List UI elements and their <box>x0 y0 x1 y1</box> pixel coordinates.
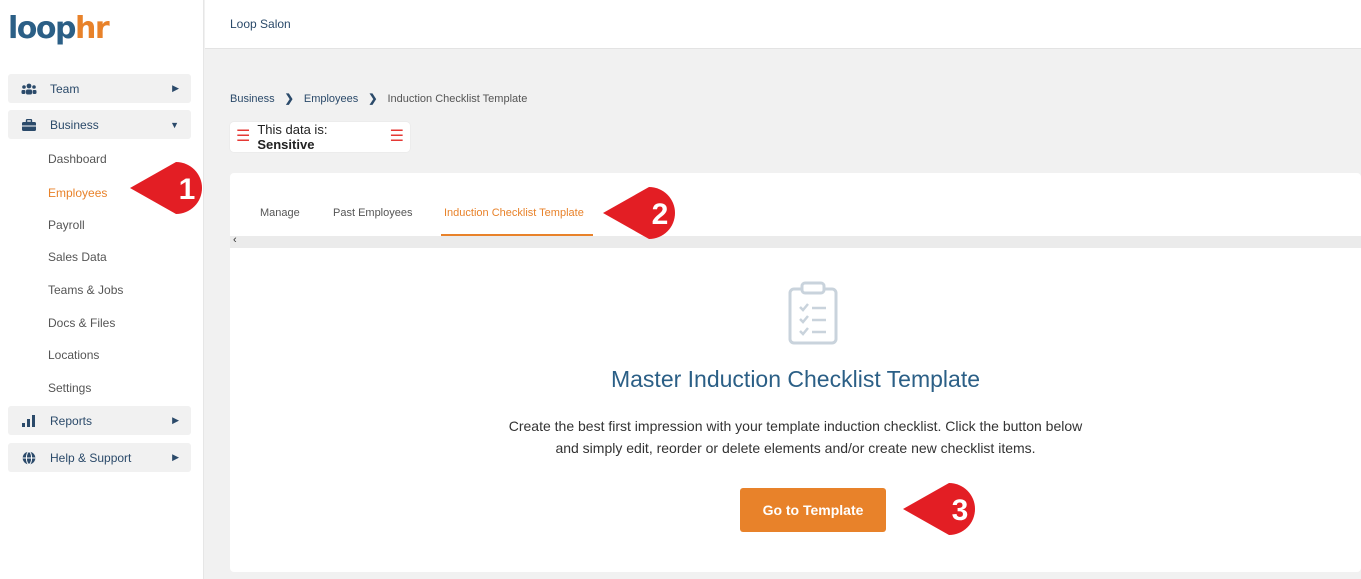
hamburger-icon: ☰ <box>236 128 251 145</box>
sidebar: loophr Team ▶ Business ▼ Dashboard Emplo… <box>0 0 204 579</box>
sidebar-item-settings[interactable]: Settings <box>48 381 91 395</box>
callout-marker-3: 3 <box>903 483 975 535</box>
sensitivity-level: Sensitive <box>257 137 315 152</box>
sidebar-item-employees[interactable]: Employees <box>48 186 107 200</box>
chevron-right-icon: ❯ <box>284 93 294 105</box>
sensitivity-text: This data is: Sensitive <box>257 122 382 152</box>
sidebar-item-docs-files[interactable]: Docs & Files <box>48 316 115 330</box>
scroll-left-icon[interactable]: ‹ <box>233 234 237 246</box>
logo-text-hr: hr <box>74 11 110 46</box>
sidebar-item-locations[interactable]: Locations <box>48 348 99 362</box>
callout-marker-1: 1 <box>130 162 202 214</box>
caret-right-icon: ▶ <box>172 83 179 93</box>
tab-bar: Manage Past Employees Induction Checklis… <box>230 173 1361 236</box>
briefcase-icon <box>20 118 38 131</box>
breadcrumb: Business ❯ Employees ❯ Induction Checkli… <box>230 92 528 106</box>
content-card: Manage Past Employees Induction Checklis… <box>230 173 1361 572</box>
description-line: and simply edit, reorder or delete eleme… <box>555 440 1036 456</box>
sidebar-group-business[interactable]: Business ▼ <box>8 110 191 139</box>
description-line: Create the best first impression with yo… <box>508 418 1083 434</box>
callout-number: 3 <box>952 494 969 527</box>
breadcrumb-employees[interactable]: Employees <box>304 93 358 105</box>
loophr-logo[interactable]: loophr <box>8 11 110 46</box>
tab-induction-checklist-template[interactable]: Induction Checklist Template <box>444 207 584 219</box>
sensitivity-prefix: This data is: <box>257 122 328 137</box>
breadcrumb-current: Induction Checklist Template <box>387 92 528 105</box>
tab-past-employees[interactable]: Past Employees <box>333 207 412 219</box>
sidebar-group-help[interactable]: Help & Support ▶ <box>8 443 191 472</box>
sidebar-item-sales-data[interactable]: Sales Data <box>48 250 107 264</box>
caret-right-icon: ▶ <box>172 452 179 462</box>
hamburger-icon: ☰ <box>389 128 404 145</box>
sidebar-group-team[interactable]: Team ▶ <box>8 74 191 103</box>
callout-number: 2 <box>652 198 669 231</box>
chevron-right-icon: ❯ <box>368 93 378 105</box>
callout-marker-2: 2 <box>603 187 675 239</box>
description: Create the best first impression with yo… <box>230 415 1361 459</box>
sidebar-group-reports[interactable]: Reports ▶ <box>8 406 191 435</box>
sidebar-group-label: Business <box>50 117 99 132</box>
sidebar-group-label: Help & Support <box>50 450 132 465</box>
organisation-name[interactable]: Loop Salon <box>230 17 291 31</box>
breadcrumb-business[interactable]: Business <box>230 93 275 105</box>
data-sensitivity-badge: ☰ This data is: Sensitive ☰ <box>230 122 410 152</box>
team-icon <box>20 83 38 95</box>
top-bar: Loop Salon <box>205 0 1361 49</box>
caret-right-icon: ▶ <box>172 415 179 425</box>
sidebar-group-label: Reports <box>50 413 93 428</box>
tab-scrollbar[interactable]: ‹ <box>230 234 1361 248</box>
callout-number: 1 <box>179 173 196 206</box>
clipboard-checklist-icon <box>788 281 838 350</box>
sidebar-group-label: Team <box>50 81 80 96</box>
sidebar-item-dashboard[interactable]: Dashboard <box>48 152 107 166</box>
logo-text-loop: loop <box>8 11 76 46</box>
sidebar-item-payroll[interactable]: Payroll <box>48 218 85 232</box>
bar-chart-icon <box>20 414 38 427</box>
globe-icon <box>20 450 38 465</box>
caret-down-icon: ▼ <box>170 119 179 130</box>
page-title: Master Induction Checklist Template <box>610 366 981 392</box>
tab-manage[interactable]: Manage <box>260 207 300 219</box>
sidebar-item-teams-jobs[interactable]: Teams & Jobs <box>48 283 123 297</box>
go-to-template-button[interactable]: Go to Template <box>740 488 886 532</box>
